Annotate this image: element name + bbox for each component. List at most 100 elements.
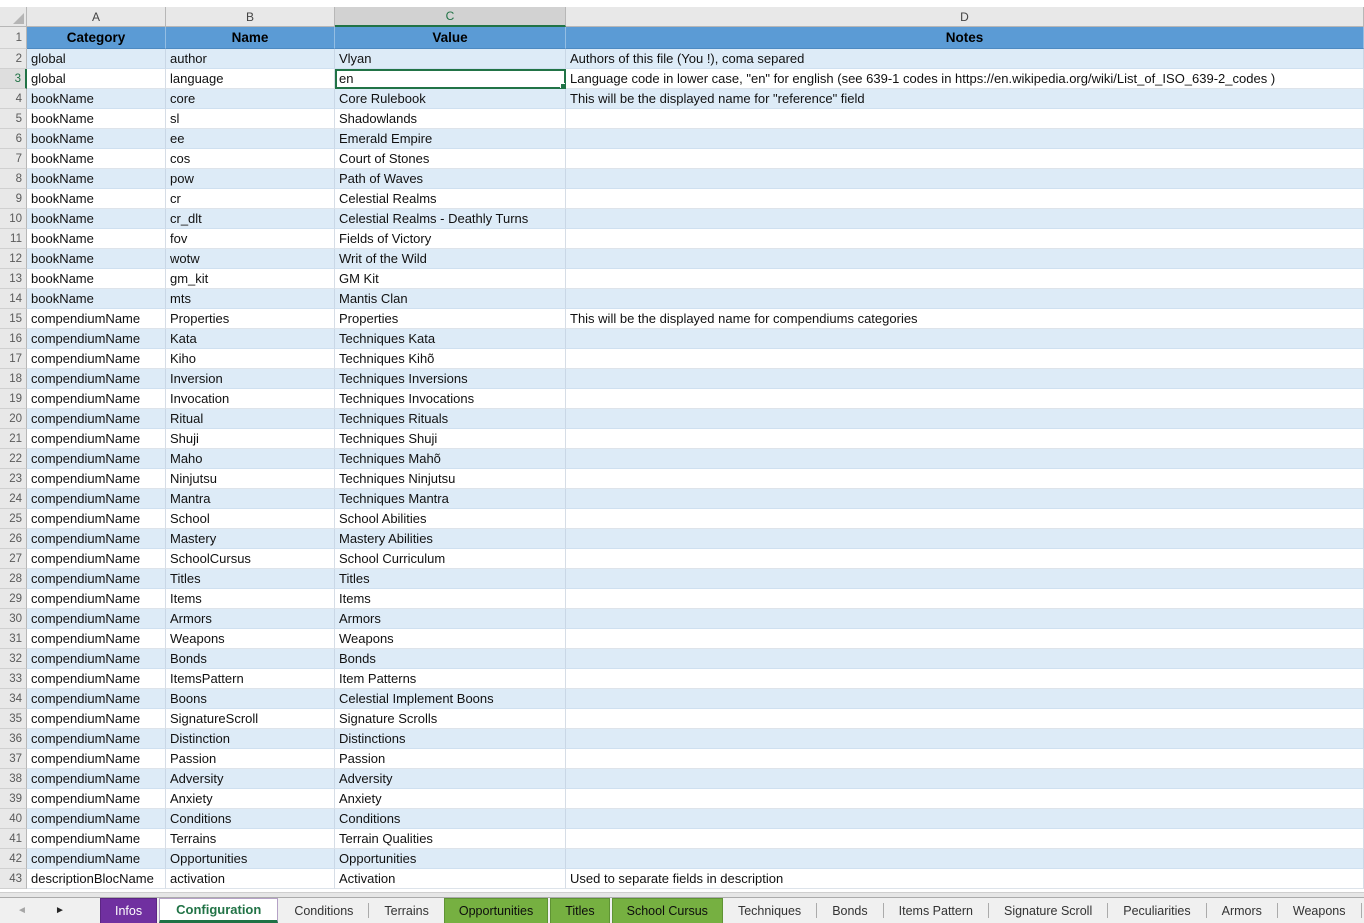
row-header-4[interactable]: 4	[0, 89, 27, 109]
cell-B40[interactable]: Conditions	[166, 809, 335, 829]
cell-C8[interactable]: Path of Waves	[335, 169, 566, 189]
cell-A21[interactable]: compendiumName	[27, 429, 166, 449]
cell-B20[interactable]: Ritual	[166, 409, 335, 429]
cell-A9[interactable]: bookName	[27, 189, 166, 209]
cell-D20[interactable]	[566, 409, 1364, 429]
row-header-28[interactable]: 28	[0, 569, 27, 589]
sheet-tab-armors[interactable]: Armors	[1208, 898, 1276, 923]
cell-A6[interactable]: bookName	[27, 129, 166, 149]
cell-B43[interactable]: activation	[166, 869, 335, 889]
cell-D38[interactable]	[566, 769, 1364, 789]
cell-B31[interactable]: Weapons	[166, 629, 335, 649]
cell-A28[interactable]: compendiumName	[27, 569, 166, 589]
tab-scroll-right-button[interactable]: ►	[52, 905, 68, 916]
row-header-2[interactable]: 2	[0, 49, 27, 69]
cell-C37[interactable]: Passion	[335, 749, 566, 769]
cell-A8[interactable]: bookName	[27, 169, 166, 189]
cell-B19[interactable]: Invocation	[166, 389, 335, 409]
cell-D17[interactable]	[566, 349, 1364, 369]
cell-A2[interactable]: global	[27, 49, 166, 69]
row-header-34[interactable]: 34	[0, 689, 27, 709]
cell-B28[interactable]: Titles	[166, 569, 335, 589]
cell-C38[interactable]: Adversity	[335, 769, 566, 789]
cell-D3[interactable]: Language code in lower case, "en" for en…	[566, 69, 1364, 89]
cell-A34[interactable]: compendiumName	[27, 689, 166, 709]
column-header-C[interactable]: C	[335, 7, 566, 27]
header-cell-B1[interactable]: Name	[166, 27, 335, 49]
cell-B18[interactable]: Inversion	[166, 369, 335, 389]
cell-D14[interactable]	[566, 289, 1364, 309]
row-header-13[interactable]: 13	[0, 269, 27, 289]
cell-C2[interactable]: Vlyan	[335, 49, 566, 69]
cell-D31[interactable]	[566, 629, 1364, 649]
cell-B21[interactable]: Shuji	[166, 429, 335, 449]
cell-C33[interactable]: Item Patterns	[335, 669, 566, 689]
cell-A18[interactable]: compendiumName	[27, 369, 166, 389]
cell-B36[interactable]: Distinction	[166, 729, 335, 749]
cell-B7[interactable]: cos	[166, 149, 335, 169]
row-header-30[interactable]: 30	[0, 609, 27, 629]
cell-A15[interactable]: compendiumName	[27, 309, 166, 329]
cell-D43[interactable]: Used to separate fields in description	[566, 869, 1364, 889]
cell-D16[interactable]	[566, 329, 1364, 349]
cell-B24[interactable]: Mantra	[166, 489, 335, 509]
sheet-tab-items-pattern[interactable]: Items Pattern	[885, 898, 987, 923]
cell-D25[interactable]	[566, 509, 1364, 529]
cell-B22[interactable]: Maho	[166, 449, 335, 469]
cell-C5[interactable]: Shadowlands	[335, 109, 566, 129]
cell-B27[interactable]: SchoolCursus	[166, 549, 335, 569]
cell-D24[interactable]	[566, 489, 1364, 509]
row-header-39[interactable]: 39	[0, 789, 27, 809]
cell-A22[interactable]: compendiumName	[27, 449, 166, 469]
cell-C32[interactable]: Bonds	[335, 649, 566, 669]
cell-A41[interactable]: compendiumName	[27, 829, 166, 849]
cell-D27[interactable]	[566, 549, 1364, 569]
cell-C16[interactable]: Techniques Kata	[335, 329, 566, 349]
cell-C31[interactable]: Weapons	[335, 629, 566, 649]
cell-A26[interactable]: compendiumName	[27, 529, 166, 549]
row-header-1[interactable]: 1	[0, 27, 27, 49]
cell-C10[interactable]: Celestial Realms - Deathly Turns	[335, 209, 566, 229]
cell-C43[interactable]: Activation	[335, 869, 566, 889]
row-header-33[interactable]: 33	[0, 669, 27, 689]
cell-B23[interactable]: Ninjutsu	[166, 469, 335, 489]
row-header-14[interactable]: 14	[0, 289, 27, 309]
cell-A39[interactable]: compendiumName	[27, 789, 166, 809]
row-header-6[interactable]: 6	[0, 129, 27, 149]
row-header-23[interactable]: 23	[0, 469, 27, 489]
sheet-tab-terrains[interactable]: Terrains	[370, 898, 442, 923]
cell-D18[interactable]	[566, 369, 1364, 389]
cell-B8[interactable]: pow	[166, 169, 335, 189]
cell-B29[interactable]: Items	[166, 589, 335, 609]
row-header-27[interactable]: 27	[0, 549, 27, 569]
header-cell-A1[interactable]: Category	[27, 27, 166, 49]
row-header-19[interactable]: 19	[0, 389, 27, 409]
cell-D21[interactable]	[566, 429, 1364, 449]
cell-C11[interactable]: Fields of Victory	[335, 229, 566, 249]
fill-handle[interactable]	[560, 83, 566, 89]
row-header-22[interactable]: 22	[0, 449, 27, 469]
cell-D19[interactable]	[566, 389, 1364, 409]
cell-C15[interactable]: Properties	[335, 309, 566, 329]
cell-B42[interactable]: Opportunities	[166, 849, 335, 869]
cell-A5[interactable]: bookName	[27, 109, 166, 129]
row-header-3[interactable]: 3	[0, 69, 27, 89]
cell-B17[interactable]: Kiho	[166, 349, 335, 369]
row-header-9[interactable]: 9	[0, 189, 27, 209]
row-header-43[interactable]: 43	[0, 869, 27, 889]
cell-B14[interactable]: mts	[166, 289, 335, 309]
cell-D23[interactable]	[566, 469, 1364, 489]
cell-C27[interactable]: School Curriculum	[335, 549, 566, 569]
cell-A36[interactable]: compendiumName	[27, 729, 166, 749]
cell-D28[interactable]	[566, 569, 1364, 589]
cell-D42[interactable]	[566, 849, 1364, 869]
cell-C40[interactable]: Conditions	[335, 809, 566, 829]
cell-D34[interactable]	[566, 689, 1364, 709]
cell-C12[interactable]: Writ of the Wild	[335, 249, 566, 269]
cell-D22[interactable]	[566, 449, 1364, 469]
row-header-15[interactable]: 15	[0, 309, 27, 329]
cell-C4[interactable]: Core Rulebook	[335, 89, 566, 109]
cell-D40[interactable]	[566, 809, 1364, 829]
row-header-41[interactable]: 41	[0, 829, 27, 849]
cell-B16[interactable]: Kata	[166, 329, 335, 349]
